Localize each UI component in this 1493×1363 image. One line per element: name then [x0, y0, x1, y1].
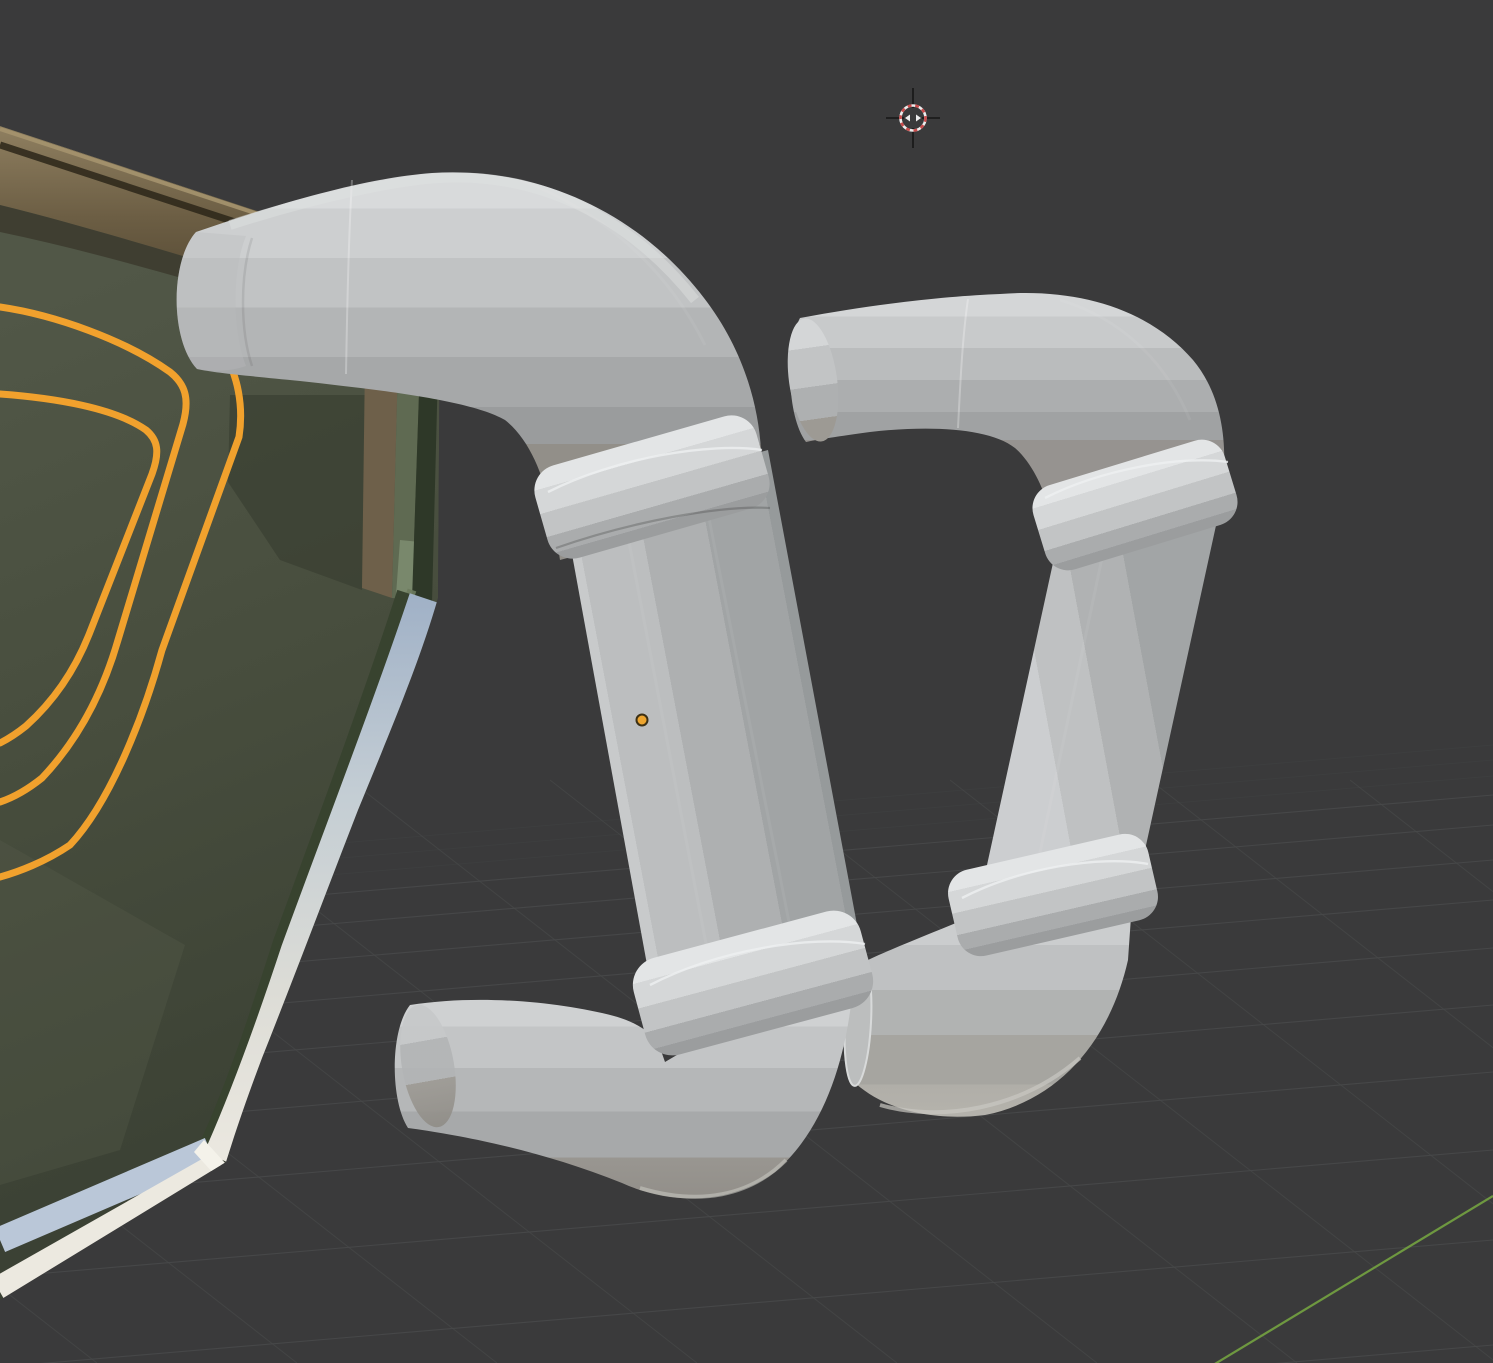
viewport-3d[interactable] [0, 0, 1493, 1363]
origin-point-marker [637, 715, 648, 726]
panel-side-strip-brown [362, 360, 398, 598]
blender-viewport-stage [0, 0, 1493, 1363]
